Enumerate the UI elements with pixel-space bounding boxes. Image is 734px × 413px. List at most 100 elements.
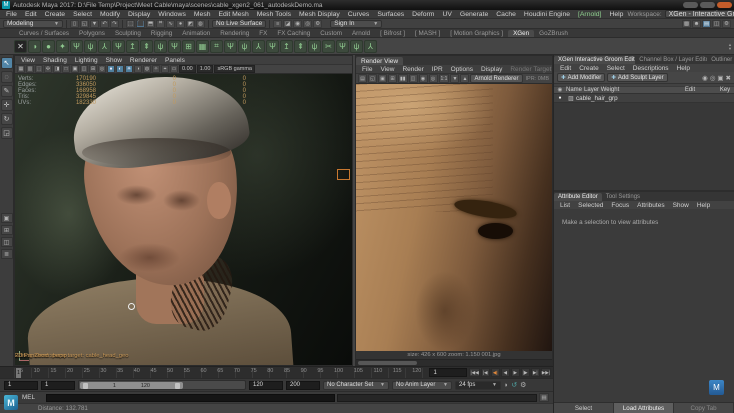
paint-tool-icon[interactable]: ✎	[0, 85, 13, 97]
mel-input-field[interactable]	[46, 393, 335, 402]
select-object-icon[interactable]: ⬛	[136, 19, 145, 28]
delete-layer-icon[interactable]: ✖	[726, 74, 731, 82]
open-render-view-icon[interactable]: ◪	[283, 19, 293, 28]
go-to-end-button[interactable]: ▶▶|	[540, 368, 551, 377]
range-slider-thumb[interactable]: 1 120	[80, 382, 183, 389]
shelf-scroll-down-icon[interactable]: ▼	[728, 46, 732, 50]
shelf-tab[interactable]: [ Motion Graphics ]	[445, 30, 508, 37]
attribute-menu-item[interactable]: Help	[693, 202, 714, 209]
cable_hair_grp[interactable]: ● ▨ cable_hair_grp	[554, 94, 734, 103]
construction-history-icon[interactable]: ≡	[273, 19, 283, 28]
render-view-menu-item[interactable]: IPR	[428, 66, 447, 73]
redo-region-icon[interactable]: ◱	[368, 74, 377, 83]
step-forward-key-button[interactable]: ▶|	[530, 368, 540, 377]
viewport-menu-item[interactable]: Shading	[39, 57, 71, 64]
step-back-frame-button[interactable]: ◀|	[490, 368, 500, 377]
render-view-menu-item[interactable]: File	[358, 66, 376, 73]
shelf-tab[interactable]: XGen	[508, 30, 535, 37]
shelf-tab[interactable]: Arnold	[347, 30, 375, 37]
hide-all-icon[interactable]: ◎	[710, 74, 716, 82]
exposure-field[interactable]: 0.00	[179, 65, 196, 73]
shadows-icon[interactable]: ◑	[134, 65, 142, 73]
range-start-handle[interactable]	[83, 382, 88, 389]
outliner-layout-icon[interactable]: ≣	[0, 249, 13, 259]
xgen-shelf-icon[interactable]: Ψ	[336, 39, 349, 53]
attribute-editor-toggle-icon[interactable]: ▤	[702, 19, 711, 28]
layer-column-header[interactable]: Key	[716, 87, 734, 93]
animation-start-field[interactable]: 1	[4, 380, 38, 390]
camera-select-icon[interactable]: ▦	[17, 65, 25, 73]
menu-item[interactable]: Select	[69, 11, 96, 18]
alpha-channel-icon[interactable]: ◎	[428, 74, 438, 83]
lasso-tool-icon[interactable]: ◌	[0, 71, 13, 83]
one-to-one-icon[interactable]: 1:1	[438, 74, 450, 83]
xgen-shelf-icon[interactable]: ψ	[84, 39, 97, 53]
xgen-shelf-icon[interactable]: ψ	[154, 39, 167, 53]
motion-blur-icon[interactable]: ✧	[152, 65, 160, 73]
attribute-menu-item[interactable]: Selected	[574, 202, 607, 209]
shelf-tab[interactable]: FX	[254, 30, 272, 37]
shelf-tab[interactable]: Animation	[177, 30, 215, 37]
make-live-icon[interactable]: ◍	[196, 19, 205, 28]
attribute-editor-tab[interactable]: Tool Settings	[602, 193, 644, 201]
menu-item[interactable]: UV	[438, 11, 455, 18]
range-end-handle[interactable]	[174, 382, 180, 389]
new-folder-icon[interactable]: ▣	[717, 74, 723, 82]
layer-column-header[interactable]: Edit	[664, 87, 716, 93]
rendered-image[interactable]	[356, 84, 552, 351]
xgen-shelf-icon[interactable]: ⊞	[182, 39, 195, 53]
copy-tab-button[interactable]: Copy Tab	[674, 403, 734, 413]
xgen-shelf-icon[interactable]: ✕	[14, 39, 27, 53]
camera-lock-icon[interactable]: ▥	[26, 65, 34, 73]
menu-item[interactable]: Modify	[96, 11, 124, 18]
groom-menu-item[interactable]: Select	[603, 65, 629, 72]
select-button[interactable]: Select	[554, 403, 614, 413]
viewport-menu-item[interactable]: Renderer	[126, 57, 161, 64]
xgen-shelf-icon[interactable]: ⅄	[98, 39, 111, 53]
save-scene-icon[interactable]: ▼	[90, 19, 99, 28]
show-all-icon[interactable]: ◉	[702, 74, 708, 82]
render-horizontal-scrollbar[interactable]	[356, 359, 552, 365]
render-current-frame-icon[interactable]: ◉	[293, 19, 303, 28]
add-sculpt-layer-button[interactable]: ✚ Add Sculpt Layer	[607, 73, 668, 82]
xgen-shelf-icon[interactable]: Ψ	[266, 39, 279, 53]
menu-item[interactable]: Generate	[456, 11, 492, 18]
add-modifier-button[interactable]: ✚ Add Modifier	[557, 73, 606, 82]
gamma-field[interactable]: 1.00	[196, 65, 214, 73]
snap-curve-icon[interactable]: ∿	[166, 19, 175, 28]
safe-title-icon[interactable]: ⊞	[89, 65, 97, 73]
menu-arnold[interactable]: [Arnold]	[574, 11, 605, 18]
xgen-shelf-icon[interactable]: Ψ	[224, 39, 237, 53]
shelf-tab[interactable]: [ Bifrost ]	[375, 30, 410, 37]
menu-item[interactable]: Mesh Tools	[253, 11, 295, 18]
xgen-shelf-icon[interactable]: ✦	[56, 39, 69, 53]
xgen-shelf-icon[interactable]: ⌗	[210, 39, 223, 53]
xgen-shelf-icon[interactable]: ↥	[126, 39, 139, 53]
current-time-marker[interactable]: 1	[16, 367, 21, 378]
refresh-ipr-icon[interactable]: ⊞	[388, 74, 397, 83]
viewport-menu-item[interactable]: Show	[102, 57, 126, 64]
render-view-menu-item[interactable]: Options	[447, 66, 477, 73]
attribute-menu-item[interactable]: Show	[669, 202, 693, 209]
use-all-lights-icon[interactable]: ☀	[125, 65, 133, 73]
menu-item[interactable]: Edit	[21, 11, 41, 18]
redo-render-icon[interactable]: ▤	[358, 74, 367, 83]
xgen-shelf-icon[interactable]: ◑	[28, 39, 41, 53]
wireframe-icon[interactable]: ◎	[98, 65, 106, 73]
menu-set-dropdown[interactable]: Modeling ▼	[3, 19, 63, 28]
safe-action-icon[interactable]: ◫	[80, 65, 88, 73]
xgen-shelf-icon[interactable]: ●	[42, 39, 55, 53]
textured-icon[interactable]: ◐	[116, 65, 124, 73]
xgen-shelf-icon[interactable]: ⅄	[364, 39, 377, 53]
render-view-tab[interactable]: Render View	[356, 57, 404, 65]
playback-end-field[interactable]: 120	[249, 380, 283, 390]
menu-item[interactable]: Curves	[344, 11, 374, 18]
rv-menu-render-target[interactable]: Render Target	[506, 66, 555, 73]
maximize-button[interactable]	[700, 2, 715, 8]
groom-menu-item[interactable]: Help	[673, 65, 694, 72]
scale-tool-icon[interactable]: ◲	[0, 127, 13, 139]
groom-menu-item[interactable]: Create	[575, 65, 603, 72]
shelf-tab[interactable]: GoZBrush	[534, 30, 573, 37]
xgen-shelf-icon[interactable]: Ψ	[168, 39, 181, 53]
viewport-menu-item[interactable]: Panels	[161, 57, 189, 64]
